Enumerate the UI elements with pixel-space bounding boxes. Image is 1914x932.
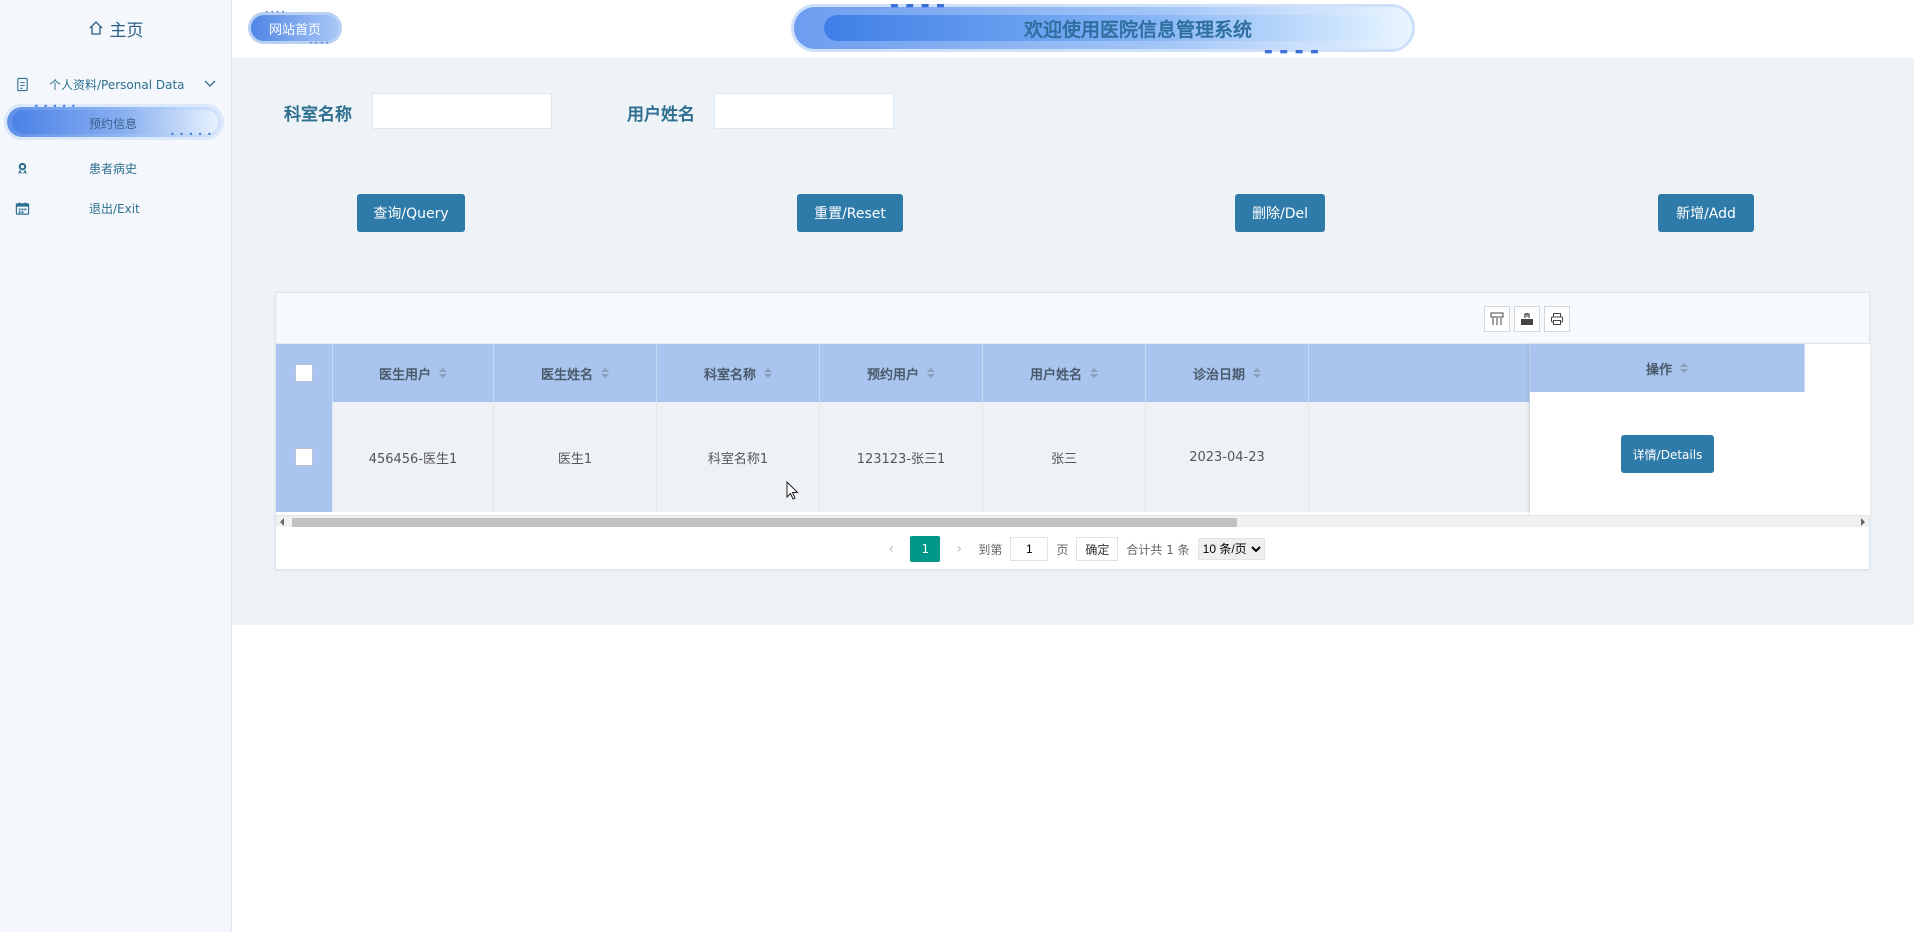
select-all-checkbox[interactable] (295, 364, 313, 382)
award-icon (14, 160, 30, 176)
decor-dots: • • • • (309, 40, 329, 47)
goto-label: 到第 (978, 542, 1003, 557)
decor-dots: • • • • • (170, 130, 213, 139)
cell-user-name: 张三 (983, 402, 1146, 512)
select-all-cell (276, 344, 333, 402)
goto-page-input[interactable] (1010, 537, 1049, 561)
column-header-label: 医生用户 (378, 367, 431, 383)
column-header-label: 诊治日期 (1192, 367, 1245, 383)
sidebar-item-exit[interactable]: 退出/Exit (0, 198, 232, 218)
main-content: 科室名称 用户姓名 查询/Query 重置/Reset 删除/Del 新增/Ad… (232, 58, 1914, 625)
sidebar-item-patient-history[interactable]: 患者病史 (0, 158, 232, 178)
export-icon (1521, 313, 1533, 325)
calendar-icon (14, 200, 30, 216)
title-banner: ▬ ▬ ▬ ▬ 欢迎使用医院信息管理系统 ▬ ▬ ▬ ▬ (791, 1, 1415, 57)
sidebar: 主页 个人资料/Personal Data • • • • • • • • • … (0, 0, 232, 932)
user-name-input[interactable] (714, 93, 894, 129)
action-cell: 详情/Details (1530, 392, 1805, 516)
print-icon (1551, 313, 1563, 325)
decor-dots: • • • • (265, 9, 285, 16)
sort-icon[interactable] (1090, 368, 1098, 378)
sidebar-item-label: 患者病史 (89, 161, 138, 176)
top-header: • • • • 网站首页 • • • • ▬ ▬ ▬ ▬ 欢迎使用医院信息管理系… (232, 0, 1914, 58)
cell-doctor-name: 医生1 (494, 402, 657, 512)
prev-page-icon[interactable]: ‹ (880, 536, 902, 562)
sort-icon[interactable] (1253, 368, 1261, 378)
page-unit-label: 页 (1056, 542, 1069, 557)
cell-spacer (1309, 402, 1530, 512)
sort-icon[interactable] (1680, 363, 1688, 373)
export-button[interactable] (1514, 306, 1540, 332)
details-button[interactable]: 详情/Details (1620, 435, 1715, 473)
scrollbar-thumb[interactable] (292, 518, 1237, 527)
columns-filter-button[interactable] (1484, 306, 1510, 332)
row-checkbox[interactable] (295, 448, 313, 466)
page-title: 欢迎使用医院信息管理系统 (1023, 18, 1252, 41)
dept-name-input[interactable] (372, 93, 552, 129)
document-icon (14, 76, 30, 92)
reset-button[interactable]: 重置/Reset (797, 194, 903, 232)
sidebar-item-label: 退出/Exit (89, 201, 140, 216)
print-button[interactable] (1544, 306, 1570, 332)
cell-doctor-user: 456456-医生1 (333, 402, 494, 512)
goto-confirm-button[interactable]: 确定 (1076, 537, 1119, 561)
home-link[interactable]: 主页 (0, 0, 231, 56)
column-header-user-name[interactable]: 用户姓名 (983, 344, 1146, 402)
sidebar-item-personal-data[interactable]: 个人资料/Personal Data (0, 72, 232, 96)
column-header-label: 医生姓名 (540, 367, 593, 383)
site-home-button[interactable]: • • • • 网站首页 • • • • (248, 9, 342, 47)
page-size-select[interactable]: 10 条/页 (1197, 538, 1265, 560)
column-header-label: 科室名称 (703, 367, 756, 383)
user-filter-label: 用户姓名 (627, 105, 695, 125)
column-header-dept-name[interactable]: 科室名称 (657, 344, 820, 402)
columns-icon (1490, 312, 1504, 325)
sidebar-item-label: 个人资料/Personal Data (49, 77, 185, 92)
page-number-current[interactable]: 1 (910, 536, 941, 562)
column-header-appt-user[interactable]: 预约用户 (820, 344, 983, 402)
sort-icon[interactable] (601, 368, 609, 378)
home-label: 主页 (109, 20, 144, 41)
delete-button[interactable]: 删除/Del (1235, 194, 1325, 232)
column-header-label: 预约用户 (866, 367, 919, 383)
dept-filter-label: 科室名称 (284, 105, 352, 125)
sort-icon[interactable] (439, 368, 447, 378)
row-select-cell (276, 402, 333, 512)
fixed-action-column: 操作 详情/Details (1530, 344, 1870, 516)
chevron-down-icon (204, 80, 216, 87)
sidebar-item-label: 预约信息 (89, 117, 138, 131)
column-header-actions[interactable]: 操作 (1530, 344, 1805, 392)
cell-visit-date: 2023-04-23 (1146, 402, 1309, 512)
scroll-right-arrow-icon[interactable] (1861, 518, 1865, 526)
column-header-doctor-name[interactable]: 医生姓名 (494, 344, 657, 402)
sort-icon[interactable] (764, 368, 772, 378)
site-home-label: 网站首页 (268, 22, 321, 38)
column-header-doctor-user[interactable]: 医生用户 (333, 344, 494, 402)
column-header-label: 操作 (1645, 362, 1672, 378)
column-header-visit-date[interactable]: 诊治日期 (1146, 344, 1309, 402)
home-icon (89, 21, 102, 35)
column-header-spacer (1309, 344, 1530, 402)
cell-appt-user: 123123-张三1 (820, 402, 983, 512)
mouse-cursor-icon (786, 481, 799, 500)
add-button[interactable]: 新增/Add (1658, 194, 1754, 232)
horizontal-scrollbar[interactable] (276, 515, 1869, 527)
scroll-left-arrow-icon[interactable] (280, 518, 284, 526)
query-button[interactable]: 查询/Query (357, 194, 465, 232)
column-header-label: 用户姓名 (1029, 367, 1082, 383)
next-page-icon[interactable]: › (948, 536, 970, 562)
sort-icon[interactable] (927, 368, 935, 378)
decor-dots: • • • • • (34, 102, 77, 111)
table-toolbar (276, 293, 1869, 344)
data-table-panel: 医生用户 医生姓名 科室名称 预约用户 用户姓名 诊治日期 456456-医生1… (275, 292, 1870, 570)
pagination: ‹ 1 › 到第 页 确定 合计共 1 条 10 条/页 (276, 527, 1869, 571)
sidebar-item-appointment[interactable]: • • • • • • • • • • 预约信息 (0, 102, 232, 142)
total-count: 合计共 1 条 (1126, 542, 1190, 557)
